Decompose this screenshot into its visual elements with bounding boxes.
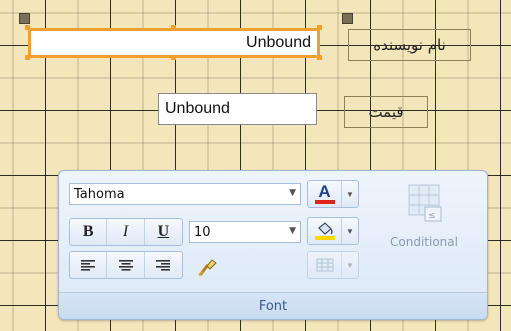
- chevron-down-icon[interactable]: ▼: [289, 188, 296, 198]
- font-ribbon-group: Tahoma ▼ A ▼ B I U 10 ▼ ▼ ▼ ≤ Conditiona…: [58, 170, 488, 320]
- conditional-formatting-icon: ≤: [408, 184, 442, 222]
- font-color-icon[interactable]: A: [308, 181, 342, 207]
- bold-button[interactable]: B: [70, 219, 108, 245]
- chevron-down-icon[interactable]: ▼: [342, 218, 358, 244]
- conditional-formatting-button[interactable]: ≤ Conditional: [369, 179, 479, 279]
- underline-button[interactable]: U: [145, 219, 182, 245]
- price-label: قیمت: [344, 96, 428, 128]
- move-handle-author-textbox[interactable]: [19, 13, 30, 24]
- font-style-buttons: B I U: [69, 218, 183, 246]
- resize-handle[interactable]: [171, 55, 176, 60]
- paint-bucket-icon: [317, 222, 333, 235]
- resize-handle[interactable]: [317, 55, 322, 60]
- italic-label: I: [122, 223, 129, 240]
- resize-handle[interactable]: [317, 25, 322, 30]
- format-painter-button[interactable]: [195, 255, 221, 279]
- font-name-value: Tahoma: [74, 186, 125, 202]
- alignment-buttons: [69, 251, 183, 279]
- fill-bucket-icon[interactable]: [308, 218, 342, 244]
- align-left-button[interactable]: [70, 252, 108, 278]
- fill-color-button[interactable]: ▼: [307, 217, 359, 245]
- underline-label: U: [157, 223, 170, 240]
- author-label: نام نویسنده: [348, 29, 471, 61]
- font-size-combo[interactable]: 10 ▼: [189, 221, 301, 243]
- author-label-text: نام نویسنده: [373, 36, 446, 54]
- price-label-text: قیمت: [368, 103, 404, 121]
- bold-label: B: [82, 223, 94, 240]
- chevron-down-icon[interactable]: ▼: [342, 181, 358, 207]
- italic-button[interactable]: I: [107, 219, 145, 245]
- author-textbox[interactable]: Unbound: [28, 28, 320, 58]
- price-textbox-value: Unbound: [165, 100, 230, 117]
- font-group-label: Font: [59, 292, 487, 319]
- resize-handle[interactable]: [25, 55, 30, 60]
- move-handle-author-label[interactable]: [342, 13, 353, 24]
- conditional-label: Conditional: [390, 235, 458, 249]
- font-size-value: 10: [194, 224, 211, 240]
- font-name-combo[interactable]: Tahoma ▼: [69, 183, 301, 205]
- font-color-bar: [314, 200, 335, 204]
- align-right-button[interactable]: [145, 252, 182, 278]
- font-color-glyph: A: [318, 182, 331, 201]
- chevron-down-icon[interactable]: ▼: [289, 226, 296, 236]
- font-color-button[interactable]: A ▼: [307, 180, 359, 208]
- resize-handle[interactable]: [25, 25, 30, 30]
- resize-handle[interactable]: [171, 25, 176, 30]
- gridlines-icon: [308, 252, 342, 278]
- chevron-down-icon: ▼: [346, 260, 354, 270]
- svg-text:≤: ≤: [428, 211, 436, 221]
- gridlines-button[interactable]: ▼: [307, 251, 359, 279]
- price-textbox[interactable]: Unbound: [158, 93, 317, 125]
- paintbrush-icon: [198, 259, 217, 276]
- align-left-icon: [81, 260, 96, 271]
- align-right-icon: [156, 260, 171, 271]
- align-center-button[interactable]: [107, 252, 145, 278]
- align-center-icon: [118, 260, 133, 271]
- author-textbox-value: Unbound: [246, 34, 311, 51]
- fill-color-bar: [314, 236, 335, 240]
